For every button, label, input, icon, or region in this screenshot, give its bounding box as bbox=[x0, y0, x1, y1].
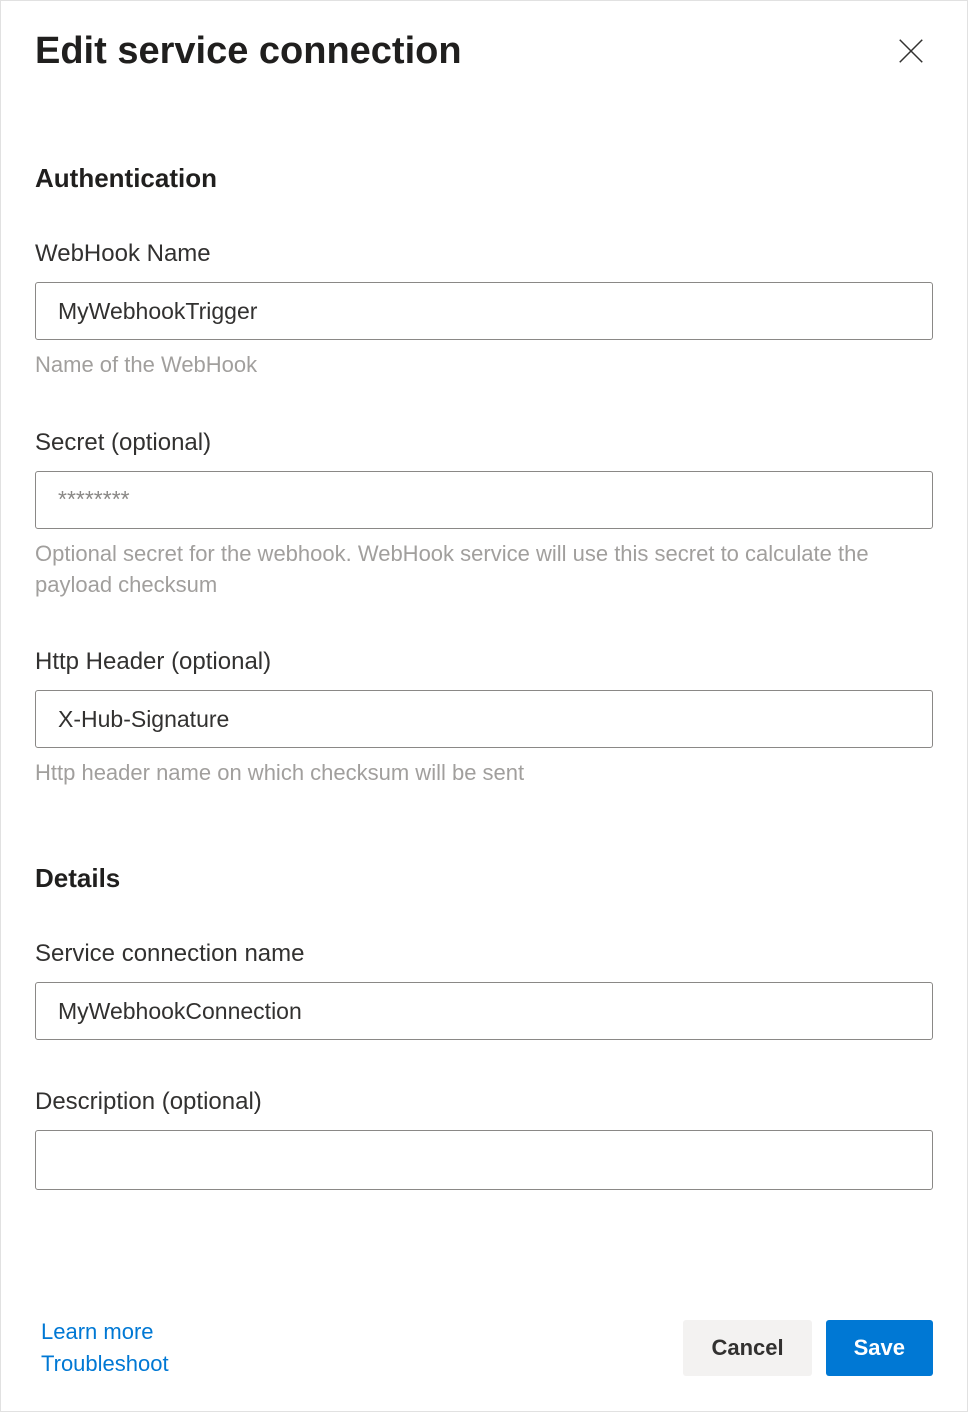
service-connection-name-label: Service connection name bbox=[35, 940, 933, 968]
troubleshoot-link[interactable]: Troubleshoot bbox=[41, 1351, 169, 1377]
panel-footer: Learn more Troubleshoot Cancel Save bbox=[1, 1301, 967, 1411]
panel-header: Edit service connection bbox=[1, 1, 967, 83]
description-input[interactable] bbox=[35, 1130, 933, 1190]
details-heading: Details bbox=[35, 863, 933, 894]
edit-service-connection-panel: Edit service connection Authentication W… bbox=[0, 0, 968, 1412]
webhook-name-label: WebHook Name bbox=[35, 240, 933, 268]
service-connection-name-input[interactable] bbox=[35, 982, 933, 1040]
webhook-name-input[interactable] bbox=[35, 282, 933, 340]
footer-links: Learn more Troubleshoot bbox=[41, 1319, 169, 1377]
webhook-name-field: WebHook Name Name of the WebHook bbox=[35, 240, 933, 381]
description-label: Description (optional) bbox=[35, 1088, 933, 1116]
secret-input[interactable] bbox=[35, 471, 933, 529]
service-connection-name-field: Service connection name bbox=[35, 940, 933, 1040]
http-header-field: Http Header (optional) Http header name … bbox=[35, 648, 933, 789]
secret-help: Optional secret for the webhook. WebHook… bbox=[35, 539, 933, 601]
http-header-help: Http header name on which checksum will … bbox=[35, 758, 933, 789]
http-header-input[interactable] bbox=[35, 690, 933, 748]
close-icon bbox=[896, 36, 926, 66]
learn-more-link[interactable]: Learn more bbox=[41, 1319, 169, 1345]
close-button[interactable] bbox=[889, 29, 933, 73]
panel-body: Authentication WebHook Name Name of the … bbox=[1, 83, 967, 1301]
authentication-heading: Authentication bbox=[35, 163, 933, 194]
secret-label: Secret (optional) bbox=[35, 429, 933, 457]
panel-title: Edit service connection bbox=[35, 30, 462, 73]
cancel-button[interactable]: Cancel bbox=[683, 1320, 811, 1376]
authentication-section: Authentication WebHook Name Name of the … bbox=[35, 163, 933, 789]
webhook-name-help: Name of the WebHook bbox=[35, 350, 933, 381]
save-button[interactable]: Save bbox=[826, 1320, 933, 1376]
http-header-label: Http Header (optional) bbox=[35, 648, 933, 676]
details-section: Details Service connection name Descript… bbox=[35, 863, 933, 1195]
footer-buttons: Cancel Save bbox=[683, 1320, 933, 1376]
description-field: Description (optional) bbox=[35, 1088, 933, 1195]
secret-field: Secret (optional) Optional secret for th… bbox=[35, 429, 933, 601]
